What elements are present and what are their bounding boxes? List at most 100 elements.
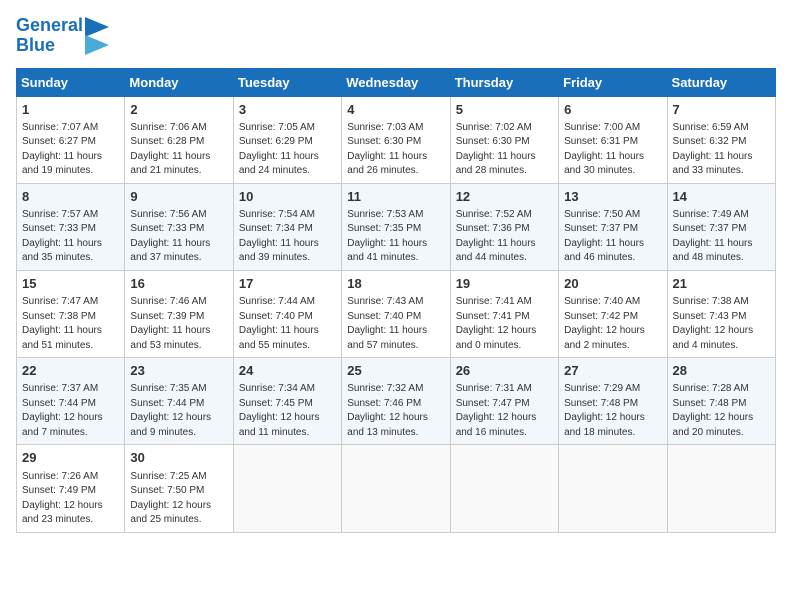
day-info: Sunrise: 7:32 AM Sunset: 7:46 PM Dayligh… [347, 382, 444, 440]
day-info: Sunrise: 7:25 AM Sunset: 7:50 PM Dayligh… [130, 470, 227, 528]
day-number: 15 [22, 275, 119, 293]
day-info: Sunrise: 7:00 AM Sunset: 6:31 PM Dayligh… [564, 121, 661, 179]
calendar-cell: 15Sunrise: 7:47 AM Sunset: 7:38 PM Dayli… [17, 270, 125, 357]
calendar-cell [667, 445, 775, 532]
logo-general: General [16, 15, 83, 35]
day-number: 21 [673, 275, 770, 293]
calendar-cell: 21 Sunrise: 7:38 AM Sunset: 7:43 PM Dayli… [667, 270, 775, 357]
day-info: Sunrise: 7:29 AM Sunset: 7:48 PM Dayligh… [564, 382, 661, 440]
calendar-week-row: 29 Sunrise: 7:26 AM Sunset: 7:49 PM Dayli… [17, 445, 776, 532]
day-number: 27 [564, 362, 661, 380]
day-number: 20 [564, 275, 661, 293]
weekday-header-monday: Monday [125, 68, 233, 96]
calendar-cell: 7 Sunrise: 6:59 AM Sunset: 6:32 PM Daylig… [667, 96, 775, 183]
calendar-table: SundayMondayTuesdayWednesdayThursdayFrid… [16, 68, 776, 533]
day-number: 24 [239, 362, 336, 380]
calendar-week-row: 1 Sunrise: 7:07 AM Sunset: 6:27 PM Daylig… [17, 96, 776, 183]
day-info: Sunrise: 7:41 AM Sunset: 7:41 PM Dayligh… [456, 295, 553, 353]
logo-text: General [16, 16, 83, 36]
day-info: Sunrise: 7:56 AM Sunset: 7:33 PM Dayligh… [130, 208, 227, 266]
day-info: Sunrise: 7:28 AM Sunset: 7:48 PM Dayligh… [673, 382, 770, 440]
day-number: 3 [239, 101, 336, 119]
day-number: 30 [130, 449, 227, 467]
day-info: Sunrise: 7:37 AM Sunset: 7:44 PM Dayligh… [22, 382, 119, 440]
day-info: Sunrise: 7:46 AM Sunset: 7:39 PM Dayligh… [130, 295, 227, 353]
day-number: 23 [130, 362, 227, 380]
calendar-cell: 23 Sunrise: 7:35 AM Sunset: 7:44 PM Dayli… [125, 358, 233, 445]
calendar-cell: 10 Sunrise: 7:54 AM Sunset: 7:34 PM Dayli… [233, 183, 341, 270]
calendar-week-row: 15Sunrise: 7:47 AM Sunset: 7:38 PM Dayli… [17, 270, 776, 357]
logo-icon [85, 17, 117, 55]
day-number: 1 [22, 101, 119, 119]
weekday-header-thursday: Thursday [450, 68, 558, 96]
day-number: 10 [239, 188, 336, 206]
calendar-cell: 19 Sunrise: 7:41 AM Sunset: 7:41 PM Dayli… [450, 270, 558, 357]
day-number: 9 [130, 188, 227, 206]
day-number: 18 [347, 275, 444, 293]
calendar-cell: 25 Sunrise: 7:32 AM Sunset: 7:46 PM Dayli… [342, 358, 450, 445]
weekday-header-saturday: Saturday [667, 68, 775, 96]
calendar-cell: 9 Sunrise: 7:56 AM Sunset: 7:33 PM Daylig… [125, 183, 233, 270]
weekday-header-sunday: Sunday [17, 68, 125, 96]
calendar-cell: 18 Sunrise: 7:43 AM Sunset: 7:40 PM Dayli… [342, 270, 450, 357]
day-number: 6 [564, 101, 661, 119]
day-info: Sunrise: 7:54 AM Sunset: 7:34 PM Dayligh… [239, 208, 336, 266]
calendar-week-row: 22 Sunrise: 7:37 AM Sunset: 7:44 PM Dayli… [17, 358, 776, 445]
calendar-cell: 1 Sunrise: 7:07 AM Sunset: 6:27 PM Daylig… [17, 96, 125, 183]
weekday-header-friday: Friday [559, 68, 667, 96]
calendar-cell: 22 Sunrise: 7:37 AM Sunset: 7:44 PM Dayli… [17, 358, 125, 445]
day-info: Sunrise: 6:59 AM Sunset: 6:32 PM Dayligh… [673, 121, 770, 179]
weekday-header-tuesday: Tuesday [233, 68, 341, 96]
calendar-cell: 26 Sunrise: 7:31 AM Sunset: 7:47 PM Dayli… [450, 358, 558, 445]
day-info: Sunrise: 7:43 AM Sunset: 7:40 PM Dayligh… [347, 295, 444, 353]
day-number: 7 [673, 101, 770, 119]
day-number: 29 [22, 449, 119, 467]
calendar-cell: 12 Sunrise: 7:52 AM Sunset: 7:36 PM Dayli… [450, 183, 558, 270]
day-info: Sunrise: 7:52 AM Sunset: 7:36 PM Dayligh… [456, 208, 553, 266]
calendar-cell: 27 Sunrise: 7:29 AM Sunset: 7:48 PM Dayli… [559, 358, 667, 445]
calendar-cell: 13Sunrise: 7:50 AM Sunset: 7:37 PM Dayli… [559, 183, 667, 270]
day-info: Sunrise: 7:06 AM Sunset: 6:28 PM Dayligh… [130, 121, 227, 179]
weekday-header-wednesday: Wednesday [342, 68, 450, 96]
day-number: 12 [456, 188, 553, 206]
logo: General Blue [16, 16, 117, 56]
calendar-week-row: 8Sunrise: 7:57 AM Sunset: 7:33 PM Daylig… [17, 183, 776, 270]
day-info: Sunrise: 7:38 AM Sunset: 7:43 PM Dayligh… [673, 295, 770, 353]
day-info: Sunrise: 7:31 AM Sunset: 7:47 PM Dayligh… [456, 382, 553, 440]
calendar-cell: 4 Sunrise: 7:03 AM Sunset: 6:30 PM Daylig… [342, 96, 450, 183]
calendar-cell [342, 445, 450, 532]
day-number: 4 [347, 101, 444, 119]
day-info: Sunrise: 7:40 AM Sunset: 7:42 PM Dayligh… [564, 295, 661, 353]
calendar-cell: 2 Sunrise: 7:06 AM Sunset: 6:28 PM Daylig… [125, 96, 233, 183]
calendar-cell: 5Sunrise: 7:02 AM Sunset: 6:30 PM Daylig… [450, 96, 558, 183]
day-number: 26 [456, 362, 553, 380]
calendar-cell: 6 Sunrise: 7:00 AM Sunset: 6:31 PM Daylig… [559, 96, 667, 183]
day-info: Sunrise: 7:07 AM Sunset: 6:27 PM Dayligh… [22, 121, 119, 179]
day-number: 2 [130, 101, 227, 119]
day-number: 25 [347, 362, 444, 380]
day-info: Sunrise: 7:35 AM Sunset: 7:44 PM Dayligh… [130, 382, 227, 440]
calendar-cell: 30 Sunrise: 7:25 AM Sunset: 7:50 PM Dayli… [125, 445, 233, 532]
day-info: Sunrise: 7:53 AM Sunset: 7:35 PM Dayligh… [347, 208, 444, 266]
calendar-cell: 20 Sunrise: 7:40 AM Sunset: 7:42 PM Dayli… [559, 270, 667, 357]
calendar-cell: 24 Sunrise: 7:34 AM Sunset: 7:45 PM Dayli… [233, 358, 341, 445]
calendar-cell: 8Sunrise: 7:57 AM Sunset: 7:33 PM Daylig… [17, 183, 125, 270]
calendar-cell: 14Sunrise: 7:49 AM Sunset: 7:37 PM Dayli… [667, 183, 775, 270]
calendar-cell: 3 Sunrise: 7:05 AM Sunset: 6:29 PM Daylig… [233, 96, 341, 183]
calendar-cell: 17Sunrise: 7:44 AM Sunset: 7:40 PM Dayli… [233, 270, 341, 357]
calendar-cell [233, 445, 341, 532]
day-info: Sunrise: 7:34 AM Sunset: 7:45 PM Dayligh… [239, 382, 336, 440]
weekday-header-row: SundayMondayTuesdayWednesdayThursdayFrid… [17, 68, 776, 96]
calendar-cell [559, 445, 667, 532]
calendar-cell: 11Sunrise: 7:53 AM Sunset: 7:35 PM Dayli… [342, 183, 450, 270]
calendar-cell [450, 445, 558, 532]
day-info: Sunrise: 7:03 AM Sunset: 6:30 PM Dayligh… [347, 121, 444, 179]
day-info: Sunrise: 7:57 AM Sunset: 7:33 PM Dayligh… [22, 208, 119, 266]
day-info: Sunrise: 7:44 AM Sunset: 7:40 PM Dayligh… [239, 295, 336, 353]
day-info: Sunrise: 7:50 AM Sunset: 7:37 PM Dayligh… [564, 208, 661, 266]
day-info: Sunrise: 7:26 AM Sunset: 7:49 PM Dayligh… [22, 470, 119, 528]
day-info: Sunrise: 7:02 AM Sunset: 6:30 PM Dayligh… [456, 121, 553, 179]
day-number: 19 [456, 275, 553, 293]
day-number: 22 [22, 362, 119, 380]
day-info: Sunrise: 7:05 AM Sunset: 6:29 PM Dayligh… [239, 121, 336, 179]
